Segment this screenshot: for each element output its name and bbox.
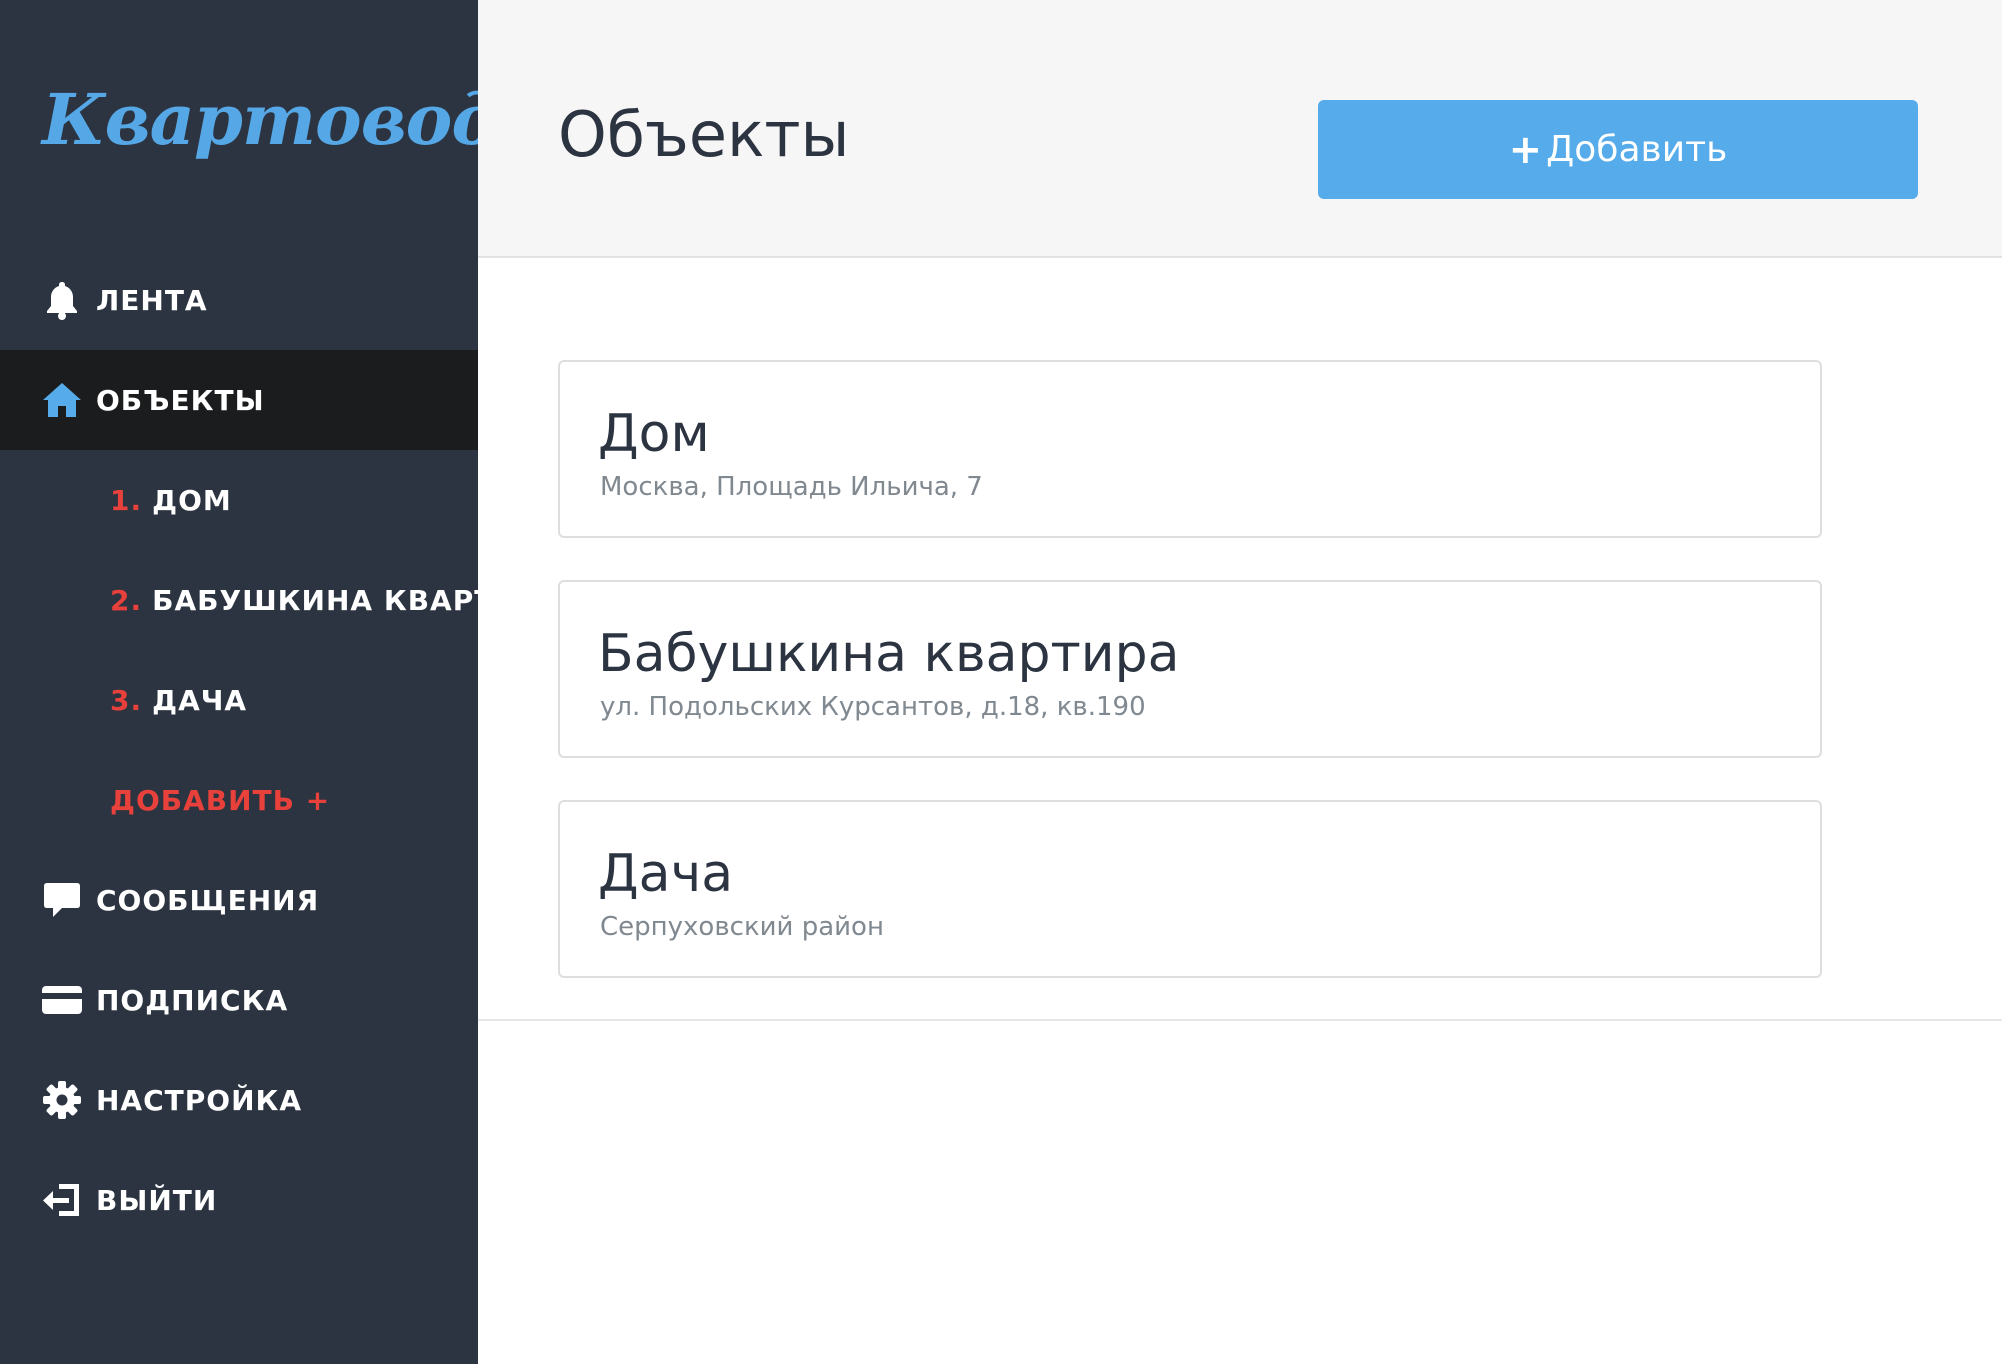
object-address: Серпуховский район — [600, 912, 884, 942]
add-object-button[interactable]: + Добавить — [1318, 100, 1918, 199]
sidebar-item-label: СООБЩЕНИЯ — [96, 883, 320, 917]
bell-icon — [40, 278, 84, 322]
page-title: Объекты — [558, 98, 850, 171]
sidebar-item-messages[interactable]: СООБЩЕНИЯ — [0, 850, 478, 950]
object-address: Москва, Площадь Ильича, 7 — [600, 472, 983, 502]
object-title: Бабушкина квартира — [598, 624, 1180, 684]
home-icon — [40, 378, 84, 422]
sidebar-item-label: ДАЧА — [152, 683, 248, 717]
logout-icon — [40, 1178, 84, 1222]
sidebar-item-label: ДОБАВИТЬ + — [110, 783, 331, 817]
sidebar-item-subscription[interactable]: ПОДПИСКА — [0, 950, 478, 1050]
chat-bubble-icon — [40, 878, 84, 922]
sidebar-item-label: ОБЪЕКТЫ — [96, 383, 265, 417]
sidebar-item-label: НАСТРОЙКА — [96, 1083, 303, 1117]
object-card[interactable]: Дом Москва, Площадь Ильича, 7 — [558, 360, 1822, 538]
add-button-label: Добавить — [1546, 129, 1728, 170]
sidebar-item-objects[interactable]: ОБЪЕКТЫ — [0, 350, 478, 450]
object-address: ул. Подольских Курсантов, д.18, кв.190 — [600, 692, 1146, 722]
sidebar: Квартовод ЛЕНТА ОБЪЕКТЫ 1. ДОМ 2. БАБУШК… — [0, 0, 500, 1364]
sidebar-item-logout[interactable]: ВЫЙТИ — [0, 1150, 478, 1250]
sidebar-item-label: ПОДПИСКА — [96, 983, 289, 1017]
sidebar-subitem-babushkina-kvartira[interactable]: 2. БАБУШКИНА КВАРТ... — [0, 550, 478, 650]
sidebar-item-label: ДОМ — [152, 483, 232, 517]
app-logo[interactable]: Квартовод — [42, 78, 500, 161]
sidebar-subitem-dacha[interactable]: 3. ДАЧА — [0, 650, 478, 750]
gear-icon — [40, 1078, 84, 1122]
sidebar-item-label: БАБУШКИНА КВАРТ... — [152, 583, 478, 617]
plus-icon: + — [1508, 126, 1543, 173]
sidebar-item-label: ЛЕНТА — [96, 283, 208, 317]
page-header: Объекты + Добавить — [478, 0, 2002, 258]
object-card[interactable]: Дача Серпуховский район — [558, 800, 1822, 978]
sidebar-item-label: ВЫЙТИ — [96, 1183, 218, 1217]
object-card[interactable]: Бабушкина квартира ул. Подольских Курсан… — [558, 580, 1822, 758]
sidebar-item-settings[interactable]: НАСТРОЙКА — [0, 1050, 478, 1150]
item-number: 2. — [110, 583, 143, 617]
object-title: Дом — [598, 404, 710, 464]
credit-card-icon — [40, 978, 84, 1022]
content-divider — [478, 1019, 2002, 1021]
sidebar-item-feed[interactable]: ЛЕНТА — [0, 250, 478, 350]
object-title: Дача — [598, 844, 734, 904]
item-number: 1. — [110, 483, 143, 517]
item-number: 3. — [110, 683, 143, 717]
sidebar-subitem-dom[interactable]: 1. ДОМ — [0, 450, 478, 550]
sidebar-add-object-link[interactable]: ДОБАВИТЬ + — [0, 750, 478, 850]
